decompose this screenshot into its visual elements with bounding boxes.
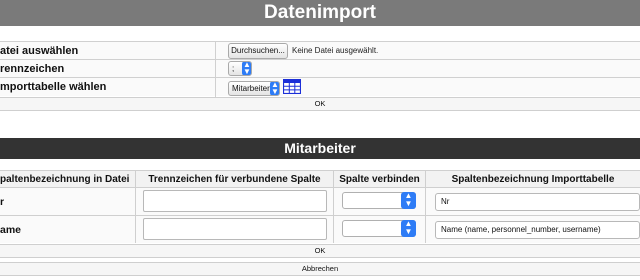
file-label: atei auswählen — [0, 42, 216, 60]
column-header-file: paltenbezeichnung in Datei — [0, 170, 136, 187]
file-status: Keine Datei ausgewählt. — [292, 46, 379, 55]
import-table-row: mporttabelle wählen — [0, 77, 640, 97]
table-grid-icon[interactable] — [283, 79, 301, 94]
footer-ok-button[interactable]: OK — [0, 244, 640, 258]
table-row-file-column: r — [0, 187, 136, 215]
chevron-updown-icon: ▲ ▼ — [401, 220, 416, 237]
chevron-updown-icon: ▲ ▼ — [242, 61, 251, 76]
column-header-target: Spaltenbezeichnung Importtabelle — [426, 170, 640, 187]
table-row-file-column: ame — [0, 215, 136, 243]
browse-button[interactable]: Durchsuchen... — [228, 43, 288, 59]
import-table-label: mporttabelle wählen — [0, 78, 216, 97]
column-header-separator: Trennzeichen für verbundene Spalte — [136, 170, 334, 187]
separator-input[interactable] — [143, 190, 327, 212]
import-table-value: Mitarbeiter — [232, 84, 270, 93]
separator-select[interactable]: ; ▲ ▼ — [228, 61, 252, 76]
page-title: Datenimport — [0, 0, 640, 26]
target-column-field[interactable]: Nr — [435, 193, 640, 211]
target-column-field[interactable]: Name (name, personnel_number, username) — [435, 221, 640, 239]
chevron-updown-icon: ▲ ▼ — [270, 81, 279, 96]
column-header-connect: Spalte verbinden — [334, 170, 426, 187]
import-table-select[interactable]: Mitarbeiter ▲ ▼ — [228, 81, 280, 96]
section-title: Mitarbeiter — [0, 138, 640, 159]
ok-button[interactable]: OK — [0, 97, 640, 111]
cancel-button[interactable]: Abbrechen — [0, 262, 640, 276]
separator-row: rennzeichen — [0, 59, 640, 78]
separator-label: rennzeichen — [0, 60, 216, 78]
separator-input[interactable] — [143, 218, 327, 240]
separator-value: ; — [232, 64, 235, 73]
chevron-updown-icon: ▲ ▼ — [401, 192, 416, 209]
